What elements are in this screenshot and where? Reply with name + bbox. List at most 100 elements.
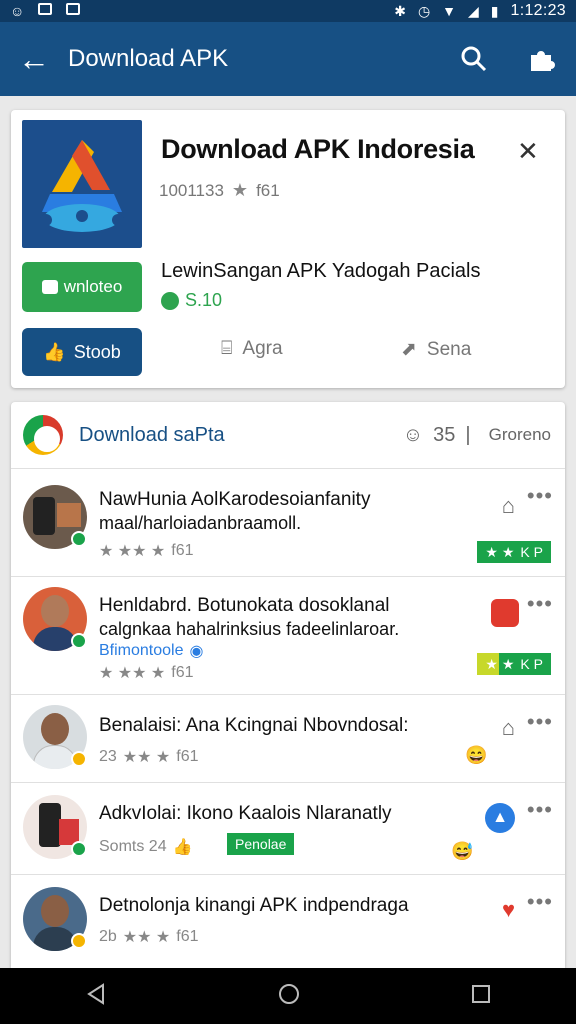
app-meta: 1001133 ★ f61	[159, 180, 280, 201]
rating-stars: ★ ★★ ★	[99, 665, 166, 682]
download-icon	[41, 280, 58, 294]
item-subtitle: calgnkaa hahalrinksius fadeelinlaroar.	[99, 619, 400, 639]
item-subtitle: maal/harloiadanbraamoll.	[99, 513, 302, 533]
item-meta-text: Somts 24	[99, 838, 167, 855]
section-count[interactable]: ☺ 35 |	[403, 424, 471, 447]
item-title: Detnolonja kinangi APK indpendraga	[99, 895, 409, 916]
item-link[interactable]: Bfimontoole	[99, 642, 184, 660]
download-button[interactable]: wnloteo	[22, 262, 142, 312]
page-title: Download APK	[68, 45, 229, 72]
agree-button[interactable]: ⌸ Agra	[221, 338, 283, 360]
comment-count: 35	[433, 423, 456, 446]
price-icon	[161, 291, 179, 310]
star-icon: ★	[231, 180, 249, 200]
tag-label: Penolae	[235, 836, 287, 852]
app-price: S.10	[161, 290, 222, 311]
like-button[interactable]: 👍 Stoob	[22, 328, 142, 376]
clipboard-icon[interactable]	[491, 599, 519, 627]
status-badge	[71, 933, 87, 949]
app-notification-icon: ☺	[10, 3, 25, 19]
item-tag: Penolae	[227, 833, 295, 855]
divider: |	[465, 423, 471, 446]
item-title: Benalaisi: Ana Kcingnai Nbovndosal:	[99, 715, 409, 736]
app-card: Download APK Indoresia ✕ 1001133 ★ f61 w…	[11, 110, 565, 388]
item-title: NawHunia AolKarodesoianfanity	[99, 489, 371, 510]
item-title: Henldabrd. Botunokata dosoklanal	[99, 595, 390, 616]
more-icon[interactable]: •••	[527, 709, 553, 735]
item-rating: f61	[176, 928, 199, 945]
upload-icon[interactable]: ▲	[485, 803, 515, 833]
app-logo	[22, 120, 142, 248]
emoji-icon: 😄	[465, 745, 488, 765]
recents-nav-icon[interactable]	[471, 984, 491, 1009]
download-count: 1001133	[159, 180, 224, 200]
home-icon[interactable]: ⌂	[502, 715, 515, 741]
signal-icon: ◢	[468, 2, 479, 19]
emoji-icon: 😅	[451, 841, 474, 861]
rating-stars: ★ ★★ ★	[99, 543, 166, 560]
heart-icon[interactable]: ♥	[502, 897, 515, 923]
search-icon[interactable]	[440, 45, 508, 73]
item-link-row[interactable]: Bfimontoole ◉	[99, 641, 203, 661]
rating-stars: ★★ ★	[122, 929, 171, 946]
system-nav-bar	[0, 968, 576, 1024]
item-rating: f61	[176, 748, 199, 765]
verified-badge	[71, 841, 87, 857]
agree-button-label: Agra	[242, 338, 283, 359]
verified-badge	[71, 531, 87, 547]
battery-icon: ▮	[490, 2, 499, 19]
list-item[interactable]: Detnolonja kinangi APK indpendraga 2b ★★…	[11, 874, 565, 968]
share-icon: ⬈	[401, 339, 417, 360]
more-icon[interactable]: •••	[527, 483, 553, 509]
tag-label: K P	[520, 544, 543, 560]
image-notification-icon	[38, 3, 53, 15]
shuffle-icon[interactable]: ✕	[517, 136, 539, 167]
star-icon: ★ ★	[485, 655, 515, 672]
wifi-icon: ▼	[442, 3, 457, 19]
status-badge	[71, 751, 87, 767]
status-bar: ☺ ✱ ◷ ▼ ◢ ▮ 1:12:23	[0, 0, 576, 22]
item-rating: f61	[171, 664, 194, 681]
app-rating: f61	[256, 180, 280, 200]
more-icon[interactable]: •••	[527, 591, 553, 617]
home-icon[interactable]: ⌂	[502, 493, 515, 519]
thumbs-up-icon: 👍	[172, 839, 193, 856]
item-meta: ★ ★★ ★ f61	[99, 663, 194, 683]
list-item[interactable]: AdkvIolai: Ikono Kaalois Nlaranatly Somt…	[11, 782, 565, 874]
item-meta: ★ ★★ ★ f61	[99, 541, 194, 561]
tag-label: K P	[520, 656, 543, 672]
like-button-label: Stoob	[73, 341, 121, 362]
more-icon[interactable]: •••	[527, 889, 553, 915]
download-button-label: wnloteo	[63, 277, 123, 296]
app-bar: ← Download APK	[0, 22, 576, 96]
item-meta: Somts 24 👍	[99, 837, 193, 857]
item-meta-prefix: 23	[99, 748, 117, 765]
price-value: S.10	[185, 290, 223, 310]
list-item[interactable]: Henldabrd. Botunokata dosoklanal calgnka…	[11, 576, 565, 694]
alarm-icon: ◷	[417, 2, 431, 19]
photo-notification-icon	[66, 3, 81, 15]
item-rating: f61	[171, 542, 194, 559]
item-meta-prefix: 2b	[99, 928, 117, 945]
item-title: AdkvIolai: Ikono Kaalois Nlaranatly	[99, 803, 392, 824]
comment-icon: ☺	[402, 423, 424, 446]
tag-icon: ⌸	[221, 338, 233, 359]
home-nav-icon[interactable]	[277, 982, 301, 1011]
list-item[interactable]: NawHunia AolKarodesoianfanity maal/harlo…	[11, 468, 565, 576]
rating-stars: ★★ ★	[122, 749, 171, 766]
section-title: Download saPta	[79, 423, 225, 446]
app-title: Download APK Indoresia	[161, 134, 475, 164]
sort-dropdown[interactable]: Groreno	[489, 425, 551, 445]
app-description: LewinSangan APK Yadogah Pacials	[161, 260, 481, 282]
download-list-card: Download saPta ☺ 35 | Groreno NawHunia A…	[11, 402, 565, 968]
back-nav-icon[interactable]	[85, 982, 107, 1010]
verified-icon: ◉	[189, 643, 204, 660]
send-button[interactable]: ⬈ Sena	[401, 338, 471, 361]
send-button-label: Sena	[426, 338, 472, 360]
more-icon[interactable]: •••	[527, 797, 553, 823]
thumbs-up-icon: 👍	[43, 341, 66, 362]
list-item[interactable]: Benalaisi: Ana Kcingnai Nbovndosal: 23 ★…	[11, 694, 565, 782]
section-header: Download saPta ☺ 35 | Groreno	[11, 402, 565, 468]
back-arrow-icon[interactable]: ←	[0, 43, 68, 75]
extension-icon[interactable]	[508, 45, 576, 73]
